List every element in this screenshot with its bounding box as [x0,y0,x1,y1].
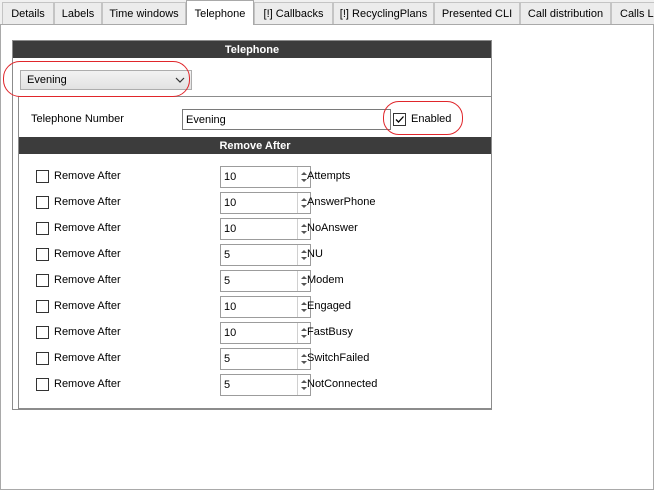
tab-presented-cli[interactable]: Presented CLI [434,2,520,24]
remove-after-checkbox[interactable] [36,378,49,391]
telephone-number-label: Telephone Number [31,113,124,125]
stepper-value: 10 [224,301,237,313]
remove-after-unit: NU [307,248,323,260]
remove-after-unit: NotConnected [307,378,378,390]
panel-title: Telephone [13,41,491,58]
remove-after-label: Remove After [54,326,121,338]
remove-after-checkbox[interactable] [36,326,49,339]
stepper-value: 10 [224,223,237,235]
stepper-value: 5 [224,275,231,287]
tab-calls-list[interactable]: Calls Li [611,2,654,24]
remove-after-row-attempts: Remove After 10 Attempts [19,166,491,188]
remove-after-row-switchfailed: Remove After 5 SwitchFailed [19,348,491,370]
stepper-value: 10 [224,327,237,339]
schedule-select-value: Evening [27,74,67,86]
remove-after-checkbox[interactable] [36,300,49,313]
telephone-settings-box: Telephone Number Evening Enabled Remove … [18,96,492,409]
remove-after-label: Remove After [54,352,121,364]
remove-after-unit: NoAnswer [307,222,358,234]
tab-call-distribution[interactable]: Call distribution [520,2,611,24]
remove-after-title: Remove After [19,137,491,154]
remove-after-unit: AnswerPhone [307,196,376,208]
remove-after-label: Remove After [54,196,121,208]
remove-after-label: Remove After [54,248,121,260]
tab-details[interactable]: Details [2,2,54,24]
remove-after-unit: Engaged [307,300,352,312]
remove-after-row-fastbusy: Remove After 10 FastBusy [19,322,491,344]
remove-after-row-engaged: Remove After 10 Engaged [19,296,491,318]
tab-bar: Details Labels Time windows Telephone [!… [0,0,654,25]
remove-after-unit: Modem [307,274,344,286]
remove-after-checkbox[interactable] [36,222,49,235]
telephone-panel: Telephone Evening Telephone Number Eveni… [12,40,492,410]
stepper-value: 5 [224,249,231,261]
tab-telephone[interactable]: Telephone [186,0,254,25]
remove-after-checkbox[interactable] [36,274,49,287]
remove-after-checkbox[interactable] [36,248,49,261]
schedule-select[interactable]: Evening [20,70,192,90]
remove-after-stepper[interactable]: 5 [220,270,311,292]
remove-after-stepper[interactable]: 5 [220,374,311,396]
tab-time-windows[interactable]: Time windows [102,2,186,24]
remove-after-stepper[interactable]: 5 [220,348,311,370]
remove-after-label: Remove After [54,274,121,286]
remove-after-unit: FastBusy [307,326,353,338]
telephone-number-input[interactable]: Evening [182,109,391,130]
tab-callbacks[interactable]: [!] Callbacks [254,2,333,24]
remove-after-stepper[interactable]: 10 [220,296,311,318]
remove-after-row-nu: Remove After 5 NU [19,244,491,266]
remove-after-row-modem: Remove After 5 Modem [19,270,491,292]
remove-after-stepper[interactable]: 10 [220,166,311,188]
stepper-value: 5 [224,379,231,391]
enabled-checkbox[interactable]: Enabled [393,111,451,127]
remove-after-row-noanswer: Remove After 10 NoAnswer [19,218,491,240]
enabled-label: Enabled [411,113,452,125]
stepper-value: 5 [224,353,231,365]
remove-after-row-notconnected: Remove After 5 NotConnected [19,374,491,396]
remove-after-checkbox[interactable] [36,170,49,183]
remove-after-row-answerphone: Remove After 10 AnswerPhone [19,192,491,214]
remove-after-checkbox[interactable] [36,352,49,365]
remove-after-label: Remove After [54,300,121,312]
remove-after-stepper[interactable]: 10 [220,192,311,214]
tab-labels[interactable]: Labels [54,2,102,24]
remove-after-label: Remove After [54,378,121,390]
remove-after-unit: Attempts [307,170,351,182]
remove-after-stepper[interactable]: 5 [220,244,311,266]
telephone-number-value: Evening [186,113,226,126]
remove-after-stepper[interactable]: 10 [220,322,311,344]
remove-after-label: Remove After [54,222,121,234]
stepper-value: 10 [224,171,237,183]
chevron-down-icon [175,75,185,85]
remove-after-label: Remove After [54,170,121,182]
stepper-value: 10 [224,197,237,209]
tab-content-area: Telephone Evening Telephone Number Eveni… [0,24,654,490]
tab-recycling-plans[interactable]: [!] RecyclingPlans [333,2,434,24]
checkbox-checked-icon[interactable] [393,112,406,126]
remove-after-checkbox[interactable] [36,196,49,209]
remove-after-stepper[interactable]: 10 [220,218,311,240]
remove-after-unit: SwitchFailed [307,352,370,364]
